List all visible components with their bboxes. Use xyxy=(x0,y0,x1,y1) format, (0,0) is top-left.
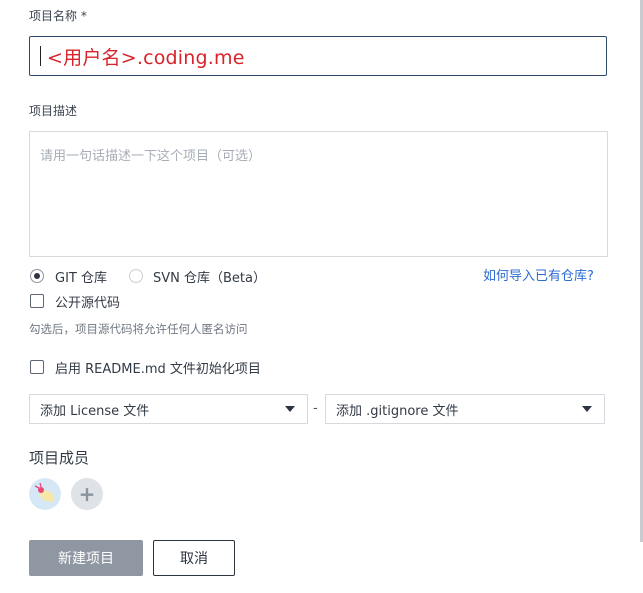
project-name-label: 项目名称 * xyxy=(29,9,87,23)
cancel-button[interactable]: 取消 xyxy=(153,540,235,576)
import-repo-link[interactable]: 如何导入已有仓库? xyxy=(483,265,594,284)
gitignore-select[interactable]: 添加 .gitignore 文件 xyxy=(325,394,605,424)
git-repo-radio[interactable] xyxy=(30,269,44,283)
project-name-input[interactable]: <用户名>.coding.me xyxy=(29,36,607,76)
project-description-label: 项目描述 xyxy=(29,104,78,118)
project-name-value: <用户名>.coding.me xyxy=(47,46,245,69)
license-select[interactable]: 添加 License 文件 xyxy=(29,394,308,424)
select-separator: - xyxy=(313,401,318,416)
create-project-button[interactable]: 新建项目 xyxy=(29,540,143,576)
chevron-down-icon xyxy=(582,406,592,412)
chevron-down-icon xyxy=(285,406,295,412)
svn-repo-radio[interactable] xyxy=(129,269,143,283)
readme-init-label[interactable]: 启用 README.md 文件初始化项目 xyxy=(55,358,261,377)
public-source-label[interactable]: 公开源代码 xyxy=(55,292,120,311)
license-select-value: 添加 License 文件 xyxy=(40,403,150,419)
readme-init-checkbox[interactable] xyxy=(30,360,44,374)
project-description-placeholder: 请用一句话描述一下这个项目（可选） xyxy=(40,149,262,164)
git-repo-label[interactable]: GIT 仓库 xyxy=(55,267,107,286)
text-caret xyxy=(40,46,41,66)
public-source-hint: 勾选后，项目源代码将允许任何人匿名访问 xyxy=(29,322,248,336)
project-description-textarea[interactable]: 请用一句话描述一下这个项目（可选） xyxy=(29,131,608,257)
gitignore-select-value: 添加 .gitignore 文件 xyxy=(336,403,459,419)
member-avatar[interactable] xyxy=(29,478,61,510)
svn-repo-label[interactable]: SVN 仓库（Beta） xyxy=(153,267,266,286)
project-members-label: 项目成员 xyxy=(29,449,90,467)
add-member-button[interactable]: + xyxy=(71,478,103,510)
public-source-checkbox[interactable] xyxy=(30,294,44,308)
